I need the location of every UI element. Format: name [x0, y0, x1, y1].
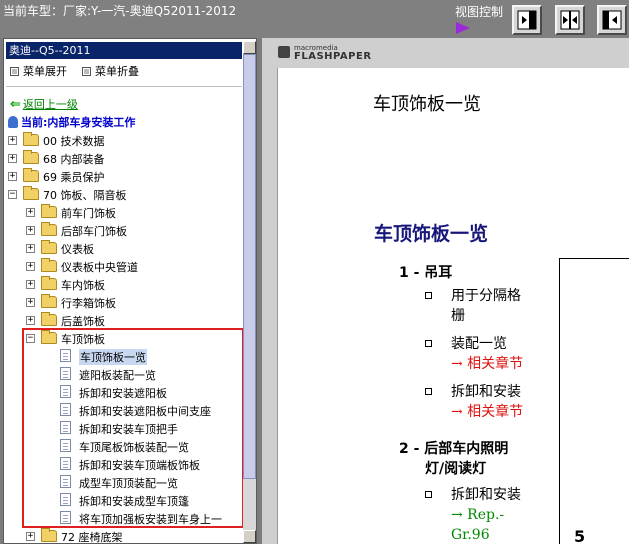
view-left-only-button[interactable]: [512, 5, 542, 35]
highlight-box: [22, 328, 244, 528]
current-location: 当前:内部车身安装工作: [8, 114, 135, 130]
folder-icon: [41, 258, 57, 272]
expand-toggle-icon[interactable]: +: [26, 208, 35, 217]
tree-item-label: 前车门饰板: [61, 207, 116, 220]
bullet-text: 拆卸和安装 → 相关章节: [451, 382, 523, 422]
folder-icon: [41, 204, 57, 218]
expand-toggle-icon[interactable]: +: [26, 244, 35, 253]
back-link-label: 返回上一级: [22, 98, 78, 111]
navigation-tree-panel: 奥迪--Q5--2011 菜单展开 菜单折叠 ⇐ 返回上一级 当前:内部车身安装工…: [3, 38, 257, 544]
document-page[interactable]: 车顶饰板一览 车顶饰板一览 1 - 吊耳 用于分隔格 栅 装配一览 → 相关章节…: [277, 68, 629, 544]
folder-icon: [41, 240, 57, 254]
tree-item-label: 行李箱饰板: [61, 297, 116, 310]
folder-icon: [41, 222, 57, 236]
tree-item-label: 68 内部装备: [43, 153, 105, 166]
bullet-icon: [425, 292, 432, 299]
flashpaper-logo: macromedia FLASHPAPER: [278, 44, 378, 62]
repair-group-link[interactable]: → Rep.-: [451, 505, 521, 525]
bullet-line: 装配一览: [451, 336, 507, 352]
tree-item-label: 车内饰板: [61, 279, 105, 292]
menu-expand-button[interactable]: 菜单展开: [10, 63, 67, 79]
expand-toggle-icon[interactable]: +: [8, 136, 17, 145]
panel-right-icon: [602, 10, 622, 30]
collapse-toggle-icon[interactable]: −: [8, 190, 17, 199]
scroll-up-button[interactable]: [243, 41, 256, 54]
folder-icon: [41, 294, 57, 308]
menu-expand-label: 菜单展开: [23, 65, 67, 78]
related-chapter-link[interactable]: → 相关章节: [451, 402, 523, 422]
bullet-text: 装配一览 → 相关章节: [451, 334, 523, 374]
folder-icon: [23, 186, 39, 200]
folder-icon: [23, 168, 39, 182]
tree-item-label: 后部车门饰板: [61, 225, 127, 238]
document-title: 车顶饰板一览: [374, 223, 489, 245]
folder-icon: [23, 150, 39, 164]
document-viewer: macromedia FLASHPAPER 车顶饰板一览 车顶饰板一览 1 - …: [262, 38, 629, 544]
folder-icon: [23, 132, 39, 146]
view-right-only-button[interactable]: [597, 5, 627, 35]
bullet-line: 拆卸和安装: [451, 487, 521, 503]
divider: [6, 86, 242, 87]
top-header-bar: 当前车型：厂家:Y-一汽-奥迪Q52011-2012 视图控制: [0, 0, 629, 38]
repair-group-link[interactable]: Gr.96: [451, 525, 521, 544]
section-2-line: 2 - 后部车内照明: [399, 441, 509, 457]
expand-toggle-icon[interactable]: +: [26, 298, 35, 307]
logo-big-text: FLASHPAPER: [294, 51, 372, 62]
current-car-model: 当前车型：厂家:Y-一汽-奥迪Q52011-2012: [3, 4, 237, 18]
scroll-thumb[interactable]: [243, 54, 256, 479]
page-header: 车顶饰板一览: [373, 94, 481, 115]
expand-toggle-icon[interactable]: +: [8, 172, 17, 181]
bullet-text: 拆卸和安装 → Rep.- Gr.96: [451, 485, 521, 544]
figure-frame: [559, 258, 629, 544]
tree-item-label: 仪表板: [61, 243, 94, 256]
section-2-heading: 2 - 后部车内照明 灯/阅读灯: [399, 439, 508, 479]
tree-item-label: 70 饰板、隔音板: [43, 189, 127, 202]
tree-item-label: 00 技术数据: [43, 135, 105, 148]
scroll-down-button[interactable]: [243, 530, 256, 543]
flashpaper-mark-icon: [278, 46, 290, 58]
bullet-line: 用于分隔格: [451, 288, 521, 304]
expand-toggle-icon[interactable]: +: [26, 532, 35, 541]
view-control-label: 视图控制: [455, 5, 504, 19]
bullet-line: 栅: [451, 308, 465, 324]
back-arrow-icon: ⇐: [10, 97, 21, 112]
tree-item-label: 69 乘员保护: [43, 171, 105, 184]
expand-toggle-icon[interactable]: +: [26, 226, 35, 235]
current-location-label: 当前:内部车身安装工作: [21, 116, 136, 129]
tree-item-label: 仪表板中央管道: [61, 261, 138, 274]
tree-item-label: 72 座椅底架: [61, 531, 123, 544]
menu-collapse-label: 菜单折叠: [95, 65, 139, 78]
collapse-square-icon: [82, 67, 91, 76]
menu-collapse-button[interactable]: 菜单折叠: [82, 63, 139, 79]
related-chapter-link[interactable]: → 相关章节: [451, 354, 523, 374]
tree-title-bar: 奥迪--Q5--2011: [6, 42, 242, 59]
bullet-text: 用于分隔格 栅: [451, 286, 521, 326]
bullet-line: 拆卸和安装: [451, 384, 521, 400]
back-link[interactable]: ⇐ 返回上一级: [10, 96, 78, 112]
tree-item-label: 后盖饰板: [61, 315, 105, 328]
expand-toggle-icon[interactable]: +: [8, 154, 17, 163]
expand-toggle-icon[interactable]: +: [26, 262, 35, 271]
figure-number: 5: [574, 527, 586, 544]
panel-left-icon: [517, 10, 537, 30]
expand-square-icon: [10, 67, 19, 76]
location-pin-icon: [8, 116, 18, 128]
folder-icon: [41, 312, 57, 326]
panel-split-icon: [560, 10, 580, 30]
bullet-icon: [425, 491, 432, 498]
view-control-arrow-icon: [456, 22, 470, 34]
bullet-icon: [425, 388, 432, 395]
bullet-icon: [425, 340, 432, 347]
folder-icon: [41, 276, 57, 290]
view-split-button[interactable]: [555, 5, 585, 35]
expand-toggle-icon[interactable]: +: [26, 316, 35, 325]
section-2-line: 灯/阅读灯: [425, 461, 487, 477]
section-1-heading: 1 - 吊耳: [399, 265, 453, 281]
expand-toggle-icon[interactable]: +: [26, 280, 35, 289]
folder-icon: [41, 528, 57, 542]
tree-scrollbar[interactable]: [243, 41, 256, 543]
